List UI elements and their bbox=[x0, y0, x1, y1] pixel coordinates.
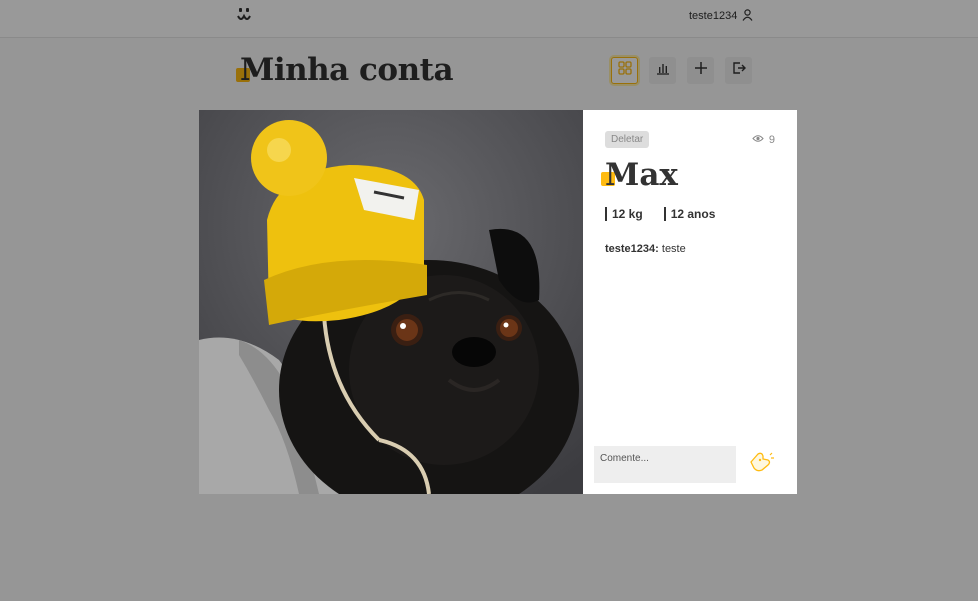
comment-input[interactable] bbox=[594, 446, 736, 483]
comment-text: teste bbox=[658, 243, 686, 255]
weight-attribute: 12 kg bbox=[605, 207, 643, 221]
pug-in-yellow-beanie-photo bbox=[199, 110, 583, 494]
pet-attributes: 12 kg 12 anos bbox=[605, 207, 715, 221]
eye-icon bbox=[752, 134, 764, 146]
age-attribute: 12 anos bbox=[663, 207, 715, 221]
comment-item: teste1234: teste bbox=[605, 243, 686, 255]
pet-name[interactable]: Max bbox=[601, 156, 678, 194]
comment-form bbox=[594, 446, 786, 483]
views-value: 9 bbox=[768, 134, 775, 146]
comment-author: teste1234: bbox=[605, 243, 659, 255]
views-count: 9 bbox=[752, 134, 775, 146]
pet-name-wrap: Max bbox=[601, 156, 678, 194]
photo-details: Deletar 9 Max 12 kg 12 anos teste1234: t… bbox=[583, 110, 797, 494]
delete-button[interactable]: Deletar bbox=[605, 131, 650, 148]
send-comment-button[interactable] bbox=[746, 450, 776, 476]
dog-send-icon bbox=[748, 450, 775, 477]
photo-modal: Deletar 9 Max 12 kg 12 anos teste1234: t… bbox=[199, 110, 797, 494]
